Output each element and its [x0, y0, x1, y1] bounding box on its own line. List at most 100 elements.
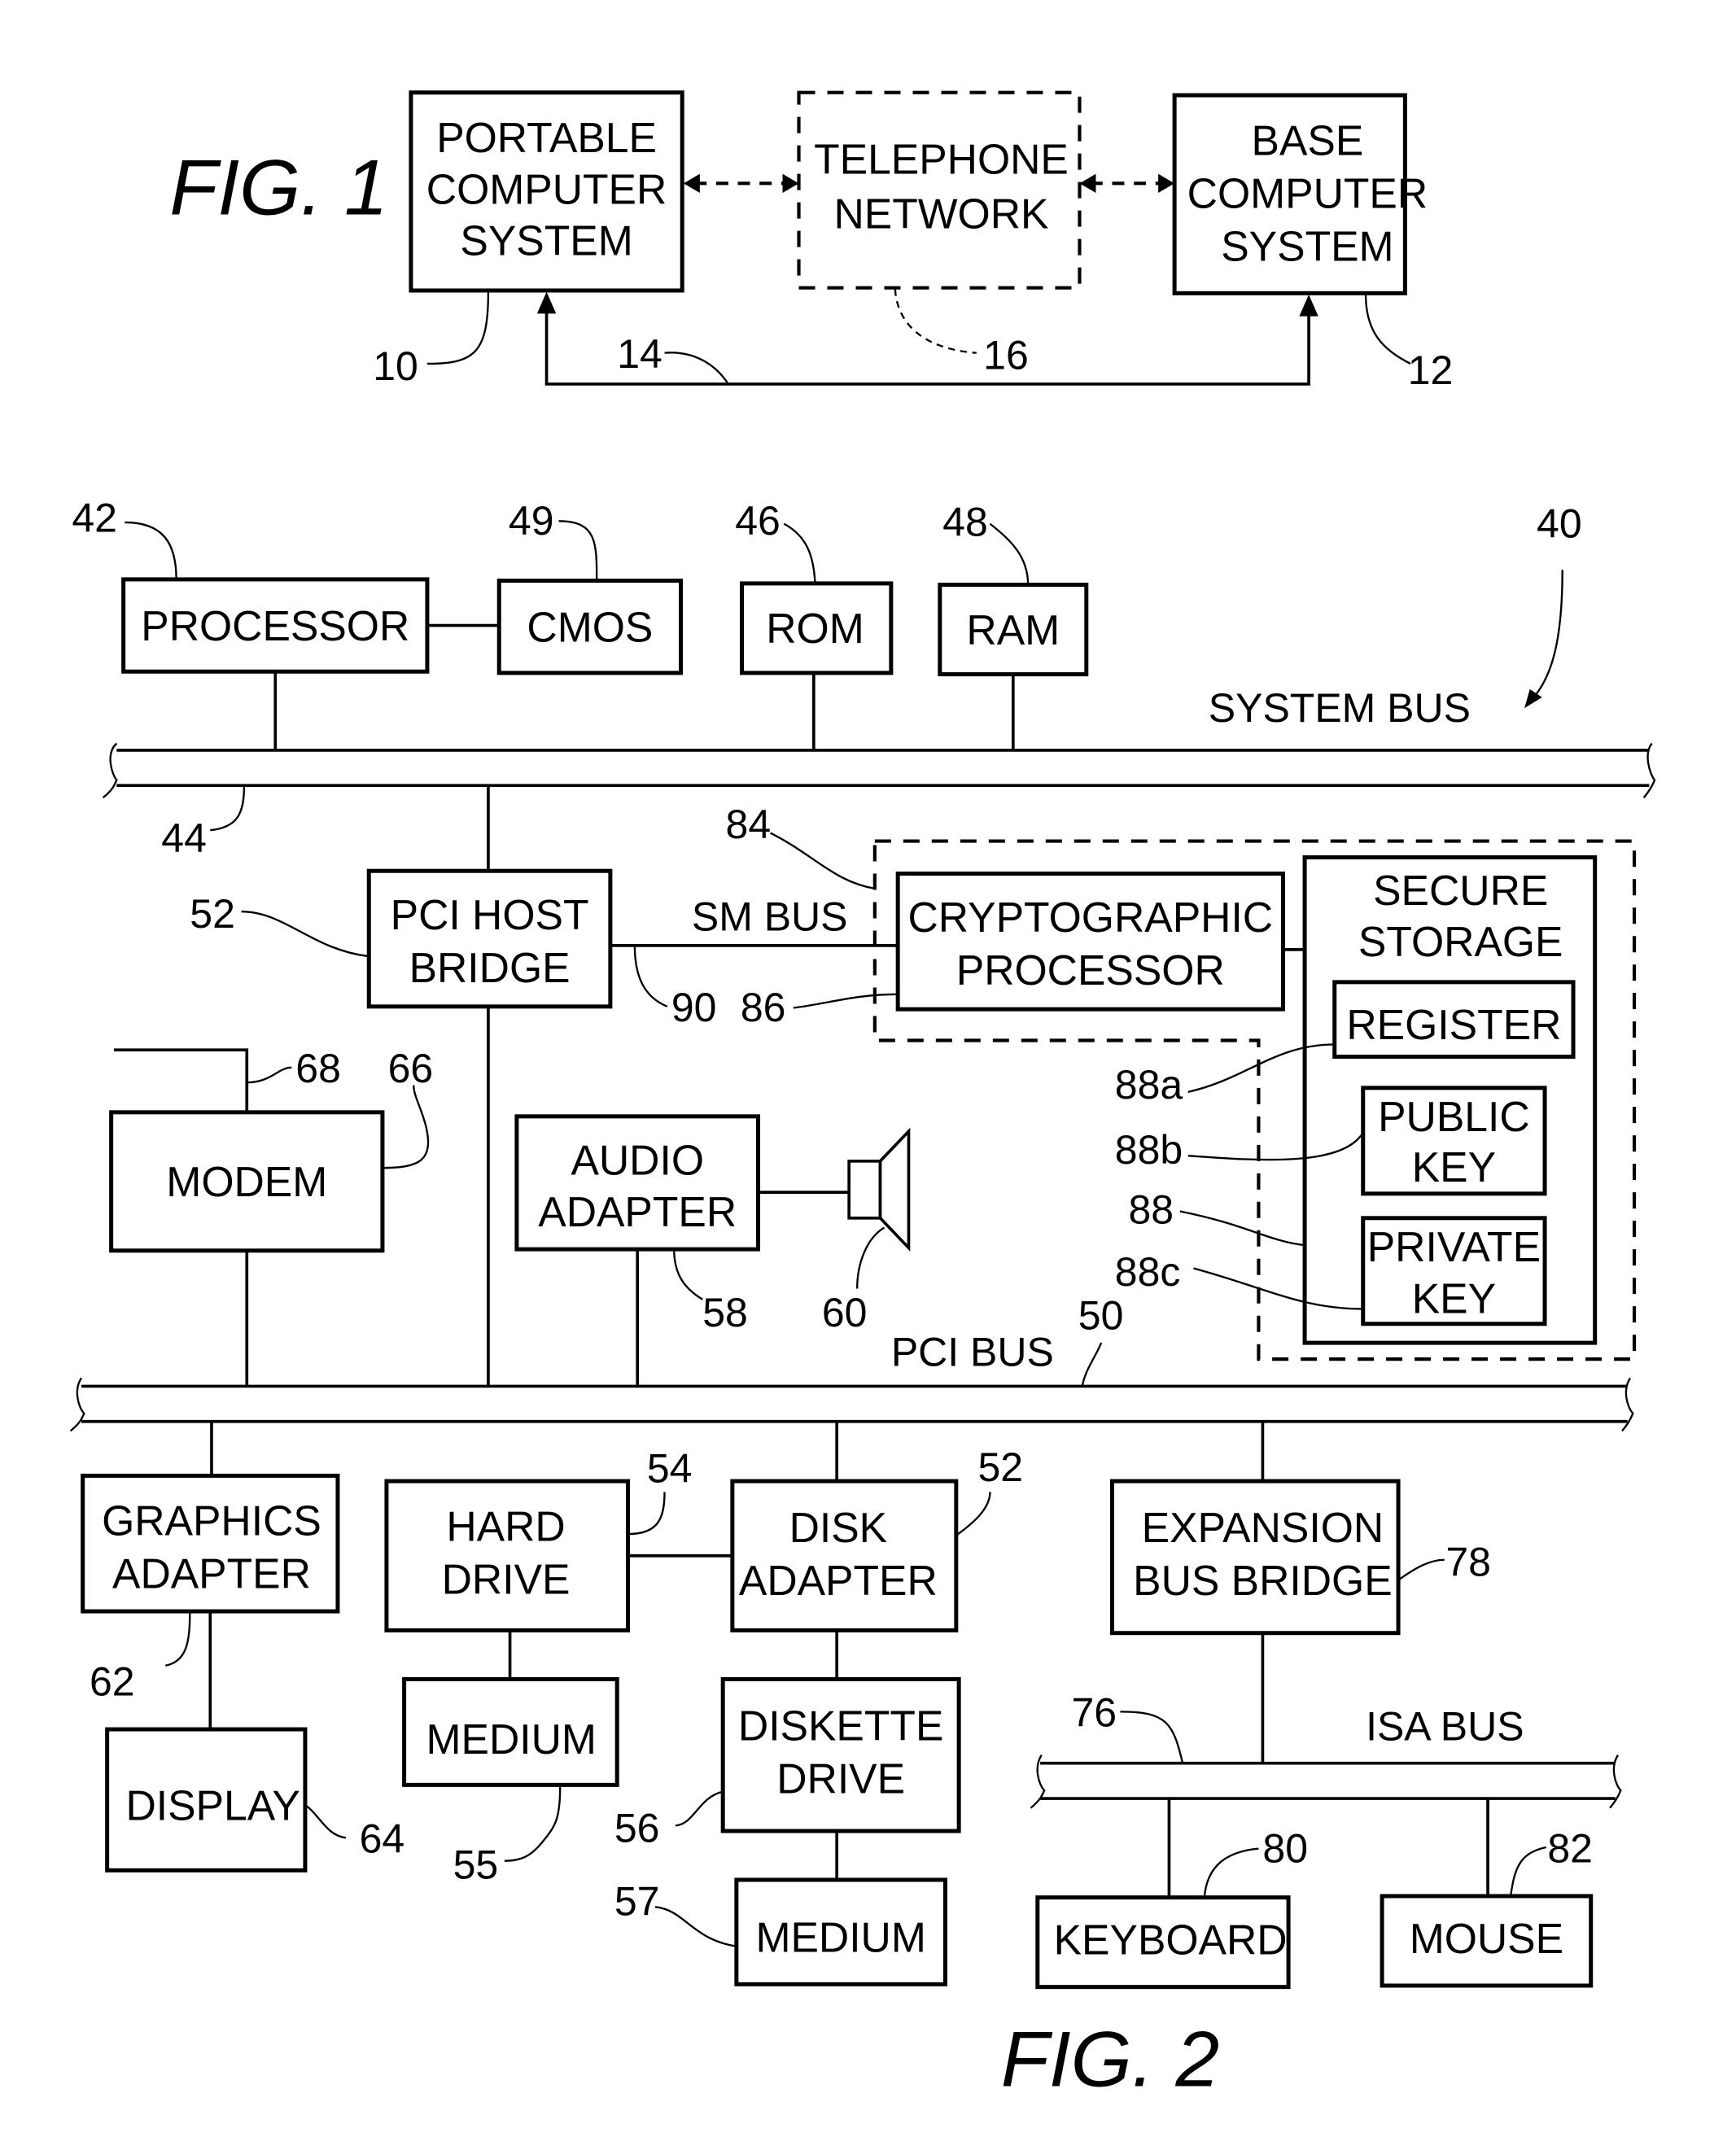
ref-54: 54: [647, 1446, 693, 1492]
leader-78: [1397, 1558, 1445, 1581]
ref-14: 14: [617, 331, 662, 377]
ref-16: 16: [983, 333, 1029, 378]
pci-host-bridge-block: PCI HOST BRIDGE: [366, 868, 613, 1009]
ref-44: 44: [161, 815, 207, 861]
display-block: DISPLAY: [105, 1727, 308, 1873]
medium-55-block: MEDIUM: [402, 1676, 619, 1787]
ref-78: 78: [1445, 1540, 1491, 1585]
ref-48: 48: [942, 500, 988, 545]
dashed-arrow-network-base: [1079, 173, 1175, 194]
diskette-label-1: DISKETTE: [738, 1702, 944, 1749]
pci-bus-label: PCI BUS: [891, 1329, 1054, 1374]
pci-bus: [69, 1377, 1634, 1432]
hard-drive-label-2: DRIVE: [442, 1555, 571, 1602]
base-label-3: SYSTEM: [1221, 222, 1393, 269]
leader-49: [558, 520, 598, 581]
ref-49: 49: [509, 498, 554, 544]
leader-10: [426, 291, 490, 365]
rom-block: ROM: [740, 581, 894, 675]
disk-adapter-label-2: ADAPTER: [739, 1557, 938, 1604]
audio-adapter-block: AUDIO ADAPTER: [514, 1114, 761, 1252]
isa-bus-label: ISA BUS: [1366, 1703, 1524, 1749]
ref-60: 60: [822, 1290, 868, 1335]
leader-64: [303, 1803, 347, 1839]
leader-86: [793, 993, 899, 1009]
leader-44: [210, 785, 246, 832]
ref-90: 90: [671, 985, 717, 1030]
keyboard-label: KEYBOARD: [1054, 1916, 1288, 1964]
crypto-label-1: CRYPTOGRAPHIC: [907, 894, 1273, 941]
portable-computer-block: PORTABLE COMPUTER SYSTEM: [409, 90, 684, 293]
leader-80: [1203, 1847, 1259, 1898]
expansion-label-1: EXPANSION: [1142, 1504, 1384, 1551]
graphics-label-1: GRAPHICS: [102, 1497, 321, 1545]
ref-55: 55: [453, 1842, 499, 1887]
ref-52b: 52: [977, 1444, 1023, 1490]
public-key-label-2: KEY: [1412, 1143, 1496, 1191]
telephone-label-1: TELEPHONE: [814, 136, 1069, 183]
leader-56: [675, 1790, 724, 1827]
leader-90: [633, 945, 668, 1007]
leader-52b: [955, 1492, 991, 1536]
ref-62: 62: [90, 1658, 135, 1704]
leader-54: [627, 1492, 666, 1536]
leader-84: [769, 832, 876, 890]
leader-66: [382, 1085, 430, 1169]
disk-adapter-block: DISK ADAPTER: [730, 1479, 959, 1632]
processor-label: PROCESSOR: [141, 602, 409, 649]
ref-88b: 88b: [1115, 1127, 1183, 1173]
register-block: REGISTER: [1332, 980, 1576, 1060]
mouse-label: MOUSE: [1410, 1915, 1563, 1962]
disk-adapter-label-1: DISK: [789, 1504, 888, 1551]
leader-46: [783, 522, 816, 583]
telephone-network-block: TELEPHONE NETWORK: [797, 90, 1082, 290]
private-key-label-1: PRIVATE: [1367, 1223, 1541, 1270]
leader-88: [1179, 1210, 1305, 1247]
ref-88a: 88a: [1115, 1062, 1183, 1108]
leader-42: [125, 521, 177, 579]
leader-82: [1510, 1846, 1546, 1895]
medium-55-label: MEDIUM: [426, 1715, 597, 1763]
isa-bus: [1030, 1755, 1622, 1809]
medium-57-label: MEDIUM: [755, 1913, 925, 1960]
arrow-40: [1524, 688, 1542, 709]
ref-52a: 52: [190, 891, 235, 937]
leader-50: [1081, 1342, 1103, 1387]
ref-64: 64: [360, 1816, 405, 1862]
expansion-label-2: BUS BRIDGE: [1133, 1557, 1393, 1604]
leader-55: [504, 1786, 562, 1862]
cryptographic-processor-block: CRYPTOGRAPHIC PROCESSOR: [895, 872, 1285, 1012]
display-label: DISPLAY: [125, 1782, 300, 1829]
hard-drive-label-1: HARD: [446, 1502, 565, 1549]
system-bus-label: SYSTEM BUS: [1209, 685, 1471, 731]
ref-46: 46: [735, 498, 781, 544]
ref-56: 56: [614, 1805, 660, 1851]
graphics-adapter-block: GRAPHICS ADAPTER: [81, 1473, 340, 1614]
rom-label: ROM: [766, 605, 864, 652]
patent-drawing: FIG. 1 PORTABLE COMPUTER SYSTEM TELEPHON…: [69, 90, 1656, 2103]
keyboard-block: KEYBOARD: [1035, 1895, 1291, 1990]
ref-58: 58: [702, 1290, 748, 1335]
ref-80: 80: [1262, 1825, 1308, 1871]
ram-block: RAM: [938, 583, 1089, 677]
secure-storage-label-1: SECURE: [1373, 867, 1548, 914]
fig1: FIG. 1 PORTABLE COMPUTER SYSTEM TELEPHON…: [169, 90, 1454, 393]
secure-storage-label-2: STORAGE: [1358, 918, 1563, 965]
ref-50: 50: [1078, 1292, 1124, 1338]
audio-label-2: ADAPTER: [538, 1188, 737, 1235]
diskette-label-2: DRIVE: [776, 1755, 905, 1802]
base-computer-block: BASE COMPUTER SYSTEM: [1172, 93, 1428, 295]
leader-62: [165, 1611, 191, 1667]
modem-label: MODEM: [166, 1158, 327, 1205]
leader-58: [673, 1249, 703, 1300]
base-label-2: COMPUTER: [1187, 169, 1428, 216]
base-label-1: BASE: [1252, 116, 1364, 164]
ref-12: 12: [1408, 347, 1454, 393]
cmos-label: CMOS: [527, 604, 653, 651]
telephone-label-2: NETWORK: [834, 190, 1049, 237]
leader-12: [1364, 294, 1411, 365]
ref-84: 84: [726, 802, 772, 847]
ref-68: 68: [295, 1046, 341, 1091]
ref-86: 86: [741, 985, 786, 1030]
ref-57: 57: [614, 1878, 660, 1924]
